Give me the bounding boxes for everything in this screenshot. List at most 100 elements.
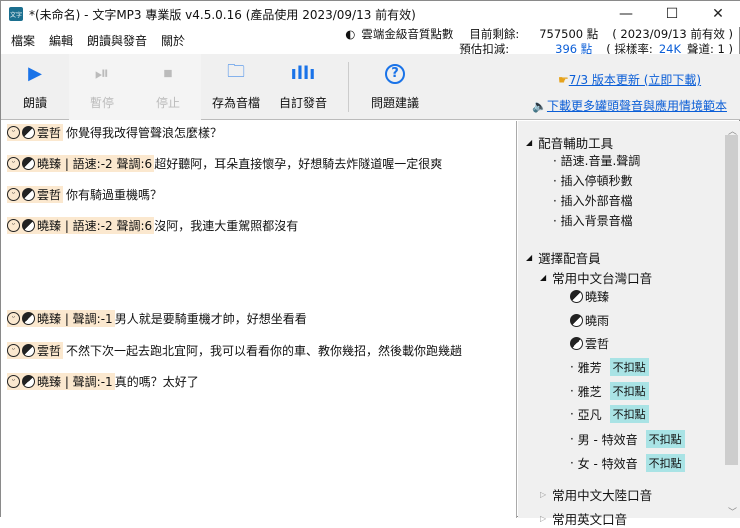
line-text: 你有騎過重機嗎？ [66, 188, 163, 202]
tool-item[interactable]: · 插入停頓秒數 [553, 172, 633, 189]
menu-speech[interactable]: 朗讀與發音 [87, 32, 147, 49]
download-link[interactable]: 🔈下載更多罐頭聲音與應用情境範本 [532, 97, 727, 114]
play-button[interactable]: ▶ 朗讀 [1, 54, 69, 120]
collapse-icon: ▷ [540, 490, 547, 499]
voice-label: 亞凡 [577, 407, 602, 422]
stop-icon: ⏹ [163, 63, 173, 84]
scrollbar-thumb[interactable] [725, 135, 738, 465]
voice-tag: 雲哲 [37, 188, 62, 202]
tool-item[interactable]: · 插入背景音檔 [553, 212, 633, 229]
script-line[interactable]: ᵕ 雲哲 不然下次一起去跑北宜阿，我可以看看你的車、教你幾招，然後載你跑幾趟 [7, 342, 462, 359]
scroll-down-icon[interactable]: ﹀ [728, 505, 737, 518]
voice-label: 雅芳 [577, 360, 602, 375]
voice-label: 曉雨 [585, 314, 610, 328]
download-link-text[interactable]: 下載更多罐頭聲音與應用情境範本 [547, 99, 727, 113]
stop-label: 停止 [155, 95, 180, 110]
save-label: 存為音檔 [211, 95, 260, 110]
globe-icon [570, 290, 583, 303]
globe-icon [22, 188, 35, 201]
play-icon: ▶ [28, 63, 42, 84]
custom-label: 自訂發音 [278, 95, 327, 110]
globe-icon [22, 157, 35, 170]
globe-icon [22, 312, 35, 325]
title-bar: 文字 *(未命名) - 文字MP3 專業版 v4.5.0.16 (產品使用 20… [1, 1, 740, 27]
tool-label: 插入停頓秒數 [560, 174, 633, 188]
app-icon: 文字 [9, 7, 23, 21]
menu-file[interactable]: 檔案 [11, 32, 35, 49]
group-label: 常用英文口音 [552, 512, 628, 527]
voice-label: 男 - 特效音 [577, 432, 638, 447]
voice-item[interactable]: · 亞凡 不扣點 [570, 405, 649, 423]
free-badge: 不扣點 [645, 454, 685, 472]
script-line[interactable]: ᵕ 雲哲 你覺得我改得管聲浪怎麼樣？ [7, 124, 222, 141]
remaining-value: 757500 點 [539, 27, 599, 41]
help-label: 問題建議 [370, 95, 419, 110]
tree-voices-header[interactable]: ◢ 選擇配音員 [526, 248, 601, 267]
script-editor[interactable]: ᵕ 雲哲 你覺得我改得管聲浪怎麼樣？ ᵕ 曉臻 | 語速:-2 聲調:6 超好聽阿，耳朵… [1, 121, 517, 518]
maximize-button[interactable]: ☐ [649, 1, 695, 27]
stop-button[interactable]: ⏹ 停止 [135, 54, 201, 120]
tree-group-mainland[interactable]: ▷ 常用中文大陸口音 [540, 485, 652, 504]
face-icon: ᵕ [7, 344, 20, 357]
globe-icon [570, 337, 583, 350]
voice-item[interactable]: · 雅芳 不扣點 [570, 358, 649, 376]
tree-group-taiwan[interactable]: ◢ 常用中文台灣口音 [540, 268, 652, 287]
face-icon: ᵕ [7, 157, 20, 170]
globe-icon [22, 344, 35, 357]
window-title: *(未命名) - 文字MP3 專業版 v4.5.0.16 (產品使用 2023/… [29, 7, 416, 22]
tree-group-english[interactable]: ▷ 常用英文口音 [540, 509, 627, 528]
expand-icon: ◢ [540, 273, 547, 282]
script-line[interactable]: ᵕ 曉臻 | 聲調:-1 男人就是要騎重機才帥，好想坐看看 [7, 310, 307, 327]
save-audio-button[interactable]: 🗀 存為音檔 [201, 54, 271, 120]
face-icon: ᵕ [7, 188, 20, 201]
voice-tag: 雲哲 [37, 126, 62, 140]
tree-tools-header[interactable]: ◢ 配音輔助工具 [526, 133, 613, 152]
free-badge: 不扣點 [609, 382, 649, 400]
voice-item[interactable]: 曉雨 [570, 312, 609, 329]
script-line[interactable]: ᵕ 曉臻 | 語速:-2 聲調:6 沒阿，我連大重駕照都沒有 [7, 217, 298, 234]
valid-date: ( 2023/09/13 前有效 ) [612, 27, 733, 41]
voice-item[interactable]: 曉臻 [570, 288, 609, 305]
menu-edit[interactable]: 編輯 [49, 32, 73, 49]
minimize-button[interactable]: — [603, 1, 649, 27]
script-line[interactable]: ᵕ 曉臻 | 語速:-2 聲調:6 超好聽阿，耳朵直接懷孕，好想騎去炸隧道喔一定很爽 [7, 155, 442, 172]
face-icon: ᵕ [7, 126, 20, 139]
free-badge: 不扣點 [609, 358, 649, 376]
script-line[interactable]: ᵕ 曉臻 | 聲調:-1 真的嗎？太好了 [7, 373, 199, 390]
tool-label: 插入背景音檔 [560, 214, 633, 228]
voice-tag: 曉臻 | 語速:-2 聲調:6 [37, 157, 153, 171]
help-button[interactable]: ? 問題建議 [361, 54, 429, 120]
pause-label: 暫停 [89, 95, 114, 110]
voices-header-label: 選擇配音員 [538, 251, 601, 266]
script-line[interactable]: ᵕ 雲哲 你有騎過重機嗎？ [7, 186, 162, 203]
face-icon: ᵕ [7, 219, 20, 232]
toolbar: ▶ 朗讀 ⏯ 暫停 ⏹ 停止 🗀 存為音檔 ıllı 自訂發音 ? 問題建議 ☛… [1, 54, 740, 120]
line-text: 你覺得我改得管聲浪怎麼樣？ [66, 126, 223, 140]
close-button[interactable]: ✕ [695, 1, 740, 27]
voice-item[interactable]: 雲哲 [570, 335, 609, 352]
update-link[interactable]: ☛7/3 版本更新 (立即下載) [558, 71, 701, 88]
points-info: ◐ 雲端金級音質點數 目前剩餘: 757500 點 ( 2023/09/13 前有… [345, 27, 733, 57]
voice-item[interactable]: · 女 - 特效音 不扣點 [570, 454, 685, 472]
menu-about[interactable]: 關於 [161, 32, 185, 49]
pointing-hand-icon: ☛ [558, 73, 569, 87]
pause-button[interactable]: ⏯ 暫停 [69, 54, 135, 120]
group-label: 常用中文大陸口音 [552, 488, 653, 503]
voice-item[interactable]: · 雅芝 不扣點 [570, 382, 649, 400]
expand-icon: ◢ [526, 253, 533, 262]
face-icon: ᵕ [7, 375, 20, 388]
voice-item[interactable]: · 男 - 特效音 不扣點 [570, 430, 685, 448]
tool-item[interactable]: · 語速.音量.聲調 [553, 152, 640, 169]
update-link-text[interactable]: 7/3 版本更新 (立即下載) [569, 73, 701, 87]
voice-wave-icon: ıllı [290, 63, 316, 84]
free-badge: 不扣點 [609, 405, 649, 423]
voice-label: 女 - 特效音 [577, 456, 638, 471]
line-text: 超好聽阿，耳朵直接懷孕，好想騎去炸隧道喔一定很爽 [154, 157, 443, 171]
line-text: 男人就是要騎重機才帥，好想坐看看 [114, 312, 307, 326]
tool-item[interactable]: · 插入外部音檔 [553, 192, 633, 209]
line-text: 不然下次一起去跑北宜阿，我可以看看你的車、教你幾招，然後載你跑幾趟 [66, 344, 463, 358]
custom-pronunciation-button[interactable]: ıllı 自訂發音 [271, 54, 335, 120]
voice-panel: ◢ 配音輔助工具 · 語速.音量.聲調 · 插入停頓秒數 · 插入外部音檔 · 插… [518, 121, 740, 527]
globe-icon [22, 126, 35, 139]
globe-icon [570, 314, 583, 327]
